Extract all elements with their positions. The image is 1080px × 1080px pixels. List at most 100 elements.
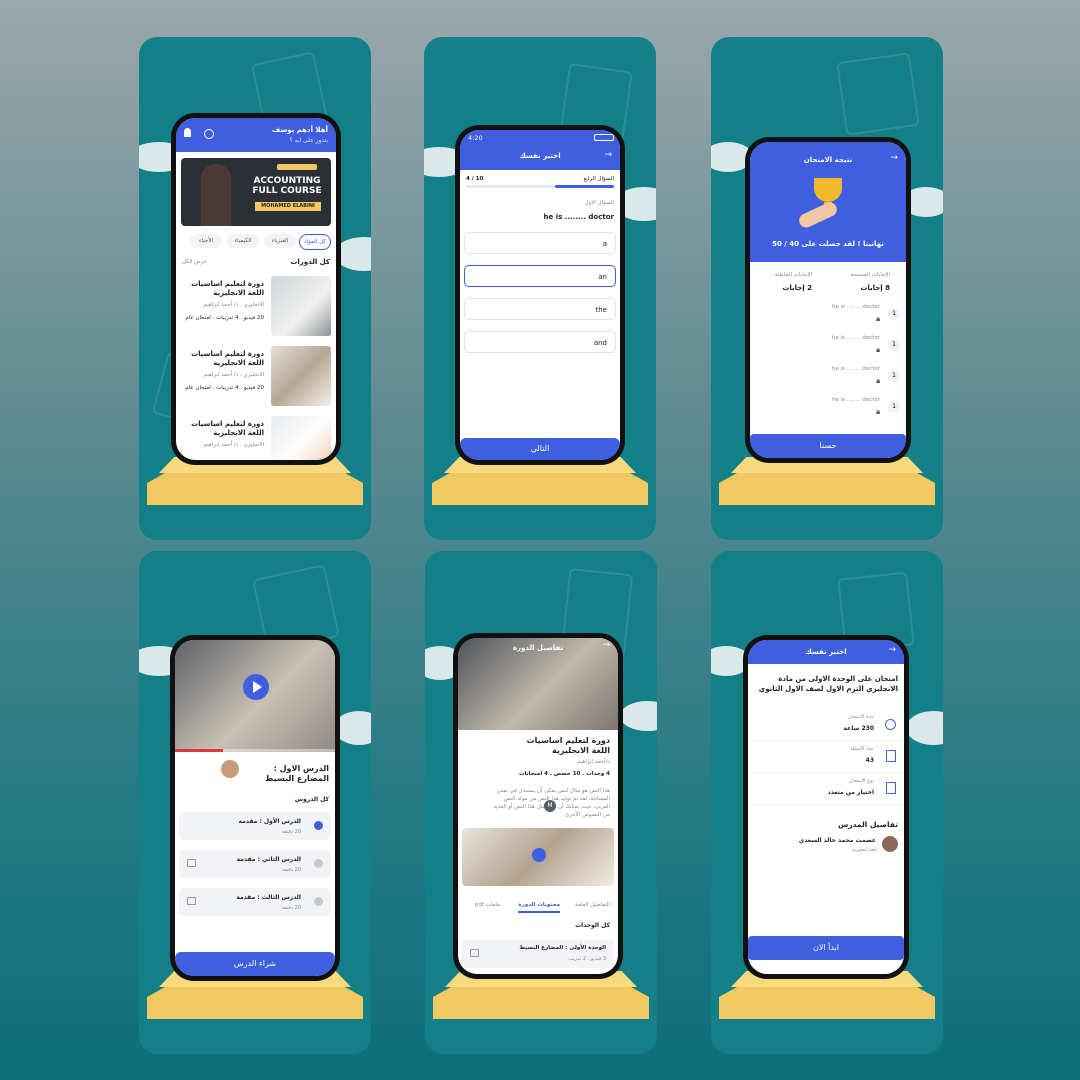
answer-row: 1 he is ........ doctor a [750, 395, 906, 425]
section-title: كل الدورات [290, 258, 330, 266]
answer-number: 1 [888, 339, 900, 351]
info-value: 230 ساعة [843, 725, 874, 732]
tab-pdf[interactable]: ملفات pdf [475, 902, 500, 908]
next-button[interactable]: التالي [460, 438, 620, 460]
lock-icon [187, 859, 196, 867]
teacher-name: د/أحمد ابراهيم [577, 759, 610, 765]
course-thumb [271, 276, 331, 336]
search-icon[interactable] [204, 129, 214, 139]
course-meta: 4 وحدات . 10 حصص . 4 امتحانات [519, 771, 610, 777]
answer-row: 1 he is ........ doctor a [750, 333, 906, 363]
lesson-duration: 20 دقيقة [281, 905, 301, 911]
banner-logo [277, 164, 317, 170]
course-title: دورة لتعليم اساسيات اللغة الانجليزية [191, 280, 264, 297]
back-arrow-icon[interactable]: → [890, 153, 898, 163]
show-all-link[interactable]: عرض الكل [182, 259, 207, 265]
lesson-item[interactable]: الدرس الثالث : مقدمة 20 دقيقة [179, 888, 331, 916]
answer-option-selected[interactable]: an [464, 265, 616, 287]
play-icon[interactable] [314, 897, 323, 906]
play-icon[interactable] [314, 859, 323, 868]
back-arrow-icon[interactable]: → [888, 645, 896, 655]
cloud [620, 701, 657, 731]
answer-value: a [875, 316, 880, 323]
screen-title: تفاصيل الدورة [512, 644, 564, 652]
question-number: السؤال الرابع [583, 176, 614, 182]
answer-row: 1 he is ........ doctor a [750, 364, 906, 394]
avatar [219, 758, 241, 780]
section-title: كل الوحدات [575, 922, 610, 929]
ok-button[interactable]: حسنا [750, 434, 906, 458]
exam-info-row: مدة الامتحان 230 ساعة [748, 710, 904, 741]
info-label: نوع الامتحان [848, 778, 874, 784]
answer-number: 1 [888, 308, 900, 320]
answer-option[interactable]: the [464, 298, 616, 320]
phone: نتيجة الامتحان → تهانينا ! لقد حصلت على … [745, 137, 911, 463]
progress-bar [466, 185, 614, 188]
course-desc-line: المساحة، لقد تم توليد هذا النص من مولد ا… [503, 796, 610, 802]
course-teacher: الانجليزي . د/ أحمد ابراهيم [203, 302, 264, 308]
screen-home: أهلا أدهم يوسف بتدور على ايه ؟ ACCOUNTIN… [176, 118, 336, 460]
answer-option[interactable]: and [464, 331, 616, 353]
lesson-name: الدرس الأول : مقدمة [238, 818, 302, 825]
chip-chemistry[interactable]: الكيمياء [227, 234, 259, 248]
info-value: اختيار من متعدد [827, 789, 874, 796]
course-title: دورة لتعليم اساسيات اللغة الانجليزية [191, 350, 264, 367]
back-arrow-icon[interactable]: → [602, 640, 610, 650]
course-item[interactable]: دورة لتعليم اساسيات اللغة الانجليزية الا… [176, 344, 336, 408]
screen-exam: اختبر نفسك → امتحان على الوحدة الاولى من… [748, 640, 904, 974]
course-teacher: الانجليزي . د/ أحمد ابراهيم [203, 372, 264, 378]
exam-info-row: نوع الامتحان اختيار من متعدد [748, 774, 904, 805]
lesson-name: الدرس الثالث : مقدمة [236, 894, 301, 901]
unit-meta: 3 فيديو . 2 تدريب [568, 956, 606, 962]
answer-row: 1 he is ........ doctor a [750, 302, 906, 332]
teacher-name: عصمت محمد خالد السعدي [798, 837, 876, 844]
phone: أهلا أدهم يوسف بتدور على ايه ؟ ACCOUNTIN… [171, 113, 341, 465]
lesson-duration: 20 دقيقة [281, 829, 301, 835]
chip-physics[interactable]: الفيزياء [264, 234, 296, 248]
result-header: نتيجة الامتحان → تهانينا ! لقد حصلت على … [750, 142, 906, 262]
start-button[interactable]: ابدأ الان [748, 936, 904, 960]
video-progress[interactable] [175, 749, 335, 752]
course-item[interactable]: دورة لتعليم اساسيات اللغة الانجليزية الا… [176, 414, 336, 460]
video-player[interactable] [175, 640, 335, 752]
tab-contents[interactable]: محتويات الدورة [518, 902, 560, 908]
chip-all[interactable]: كل المواد [299, 234, 331, 250]
play-icon[interactable] [314, 821, 323, 830]
screen-title: نتيجة الامتحان [803, 156, 853, 164]
info-label: مدة الامتحان [847, 714, 874, 720]
banner-name: MOHAMED ELABINI [255, 202, 321, 211]
question-label: السؤال الاول [584, 200, 614, 206]
course-video[interactable] [462, 828, 614, 886]
info-label: عدد الاسئلة [850, 746, 874, 752]
play-icon [253, 681, 262, 693]
congrats-text: تهانينا ! لقد حصلت على 40 / 50 [772, 240, 884, 248]
course-item[interactable]: دورة لتعليم اساسيات اللغة الانجليزية الا… [176, 274, 336, 338]
answer-option[interactable]: a [464, 232, 616, 254]
screen-result: نتيجة الامتحان → تهانينا ! لقد حصلت على … [750, 142, 906, 458]
course-desc-line: هذا النص هو مثال لنص يمكن أن يستبدل في ن… [496, 788, 610, 794]
course-desc-line: من النصوص الأخرى [564, 812, 610, 818]
course-banner[interactable]: ACCOUNTING FULL COURSE MOHAMED ELABINI [181, 158, 331, 226]
screen-course: تفاصيل الدورة → دورة لتعليم اساسيات اللغ… [458, 638, 618, 974]
buy-lesson-button[interactable]: شراء الدرس [175, 952, 335, 976]
chip-biology[interactable]: الأحياء [190, 234, 222, 248]
wrong-value: 2 إجابات [782, 284, 812, 292]
card-lesson: الدرس الاول : المضارع البسيط كل الدروس ا… [139, 551, 371, 1054]
phone: 4:20 اختبر نفسك → السؤال الرابع 4 / 10 ا… [455, 125, 625, 465]
unit-title: الوحدة الأولى : المضارع البسيط [519, 945, 606, 951]
header: 4:20 اختبر نفسك → [460, 130, 620, 170]
correct-label: الإجابات الصحيحة [850, 272, 890, 278]
play-button[interactable] [532, 848, 546, 862]
subtitle: بتدور على ايه ؟ [289, 137, 328, 144]
back-arrow-icon[interactable]: → [604, 150, 612, 160]
bell-icon[interactable] [184, 128, 191, 137]
answer-question: he is ........ doctor [831, 304, 880, 310]
lesson-item[interactable]: الدرس الأول : مقدمة 20 دقيقة [179, 812, 331, 840]
exam-info-row: عدد الاسئلة 43 [748, 742, 904, 773]
avatar: M [544, 800, 556, 812]
unit-item[interactable]: الوحدة الأولى : المضارع البسيط 3 فيديو .… [462, 940, 614, 968]
lesson-item[interactable]: الدرس الثاني : مقدمة 20 دقيقة [179, 850, 331, 878]
banner-title: ACCOUNTING FULL COURSE [252, 176, 322, 196]
tab-general[interactable]: التفاصيل العامة [575, 902, 610, 908]
phone: تفاصيل الدورة → دورة لتعليم اساسيات اللغ… [453, 633, 623, 979]
